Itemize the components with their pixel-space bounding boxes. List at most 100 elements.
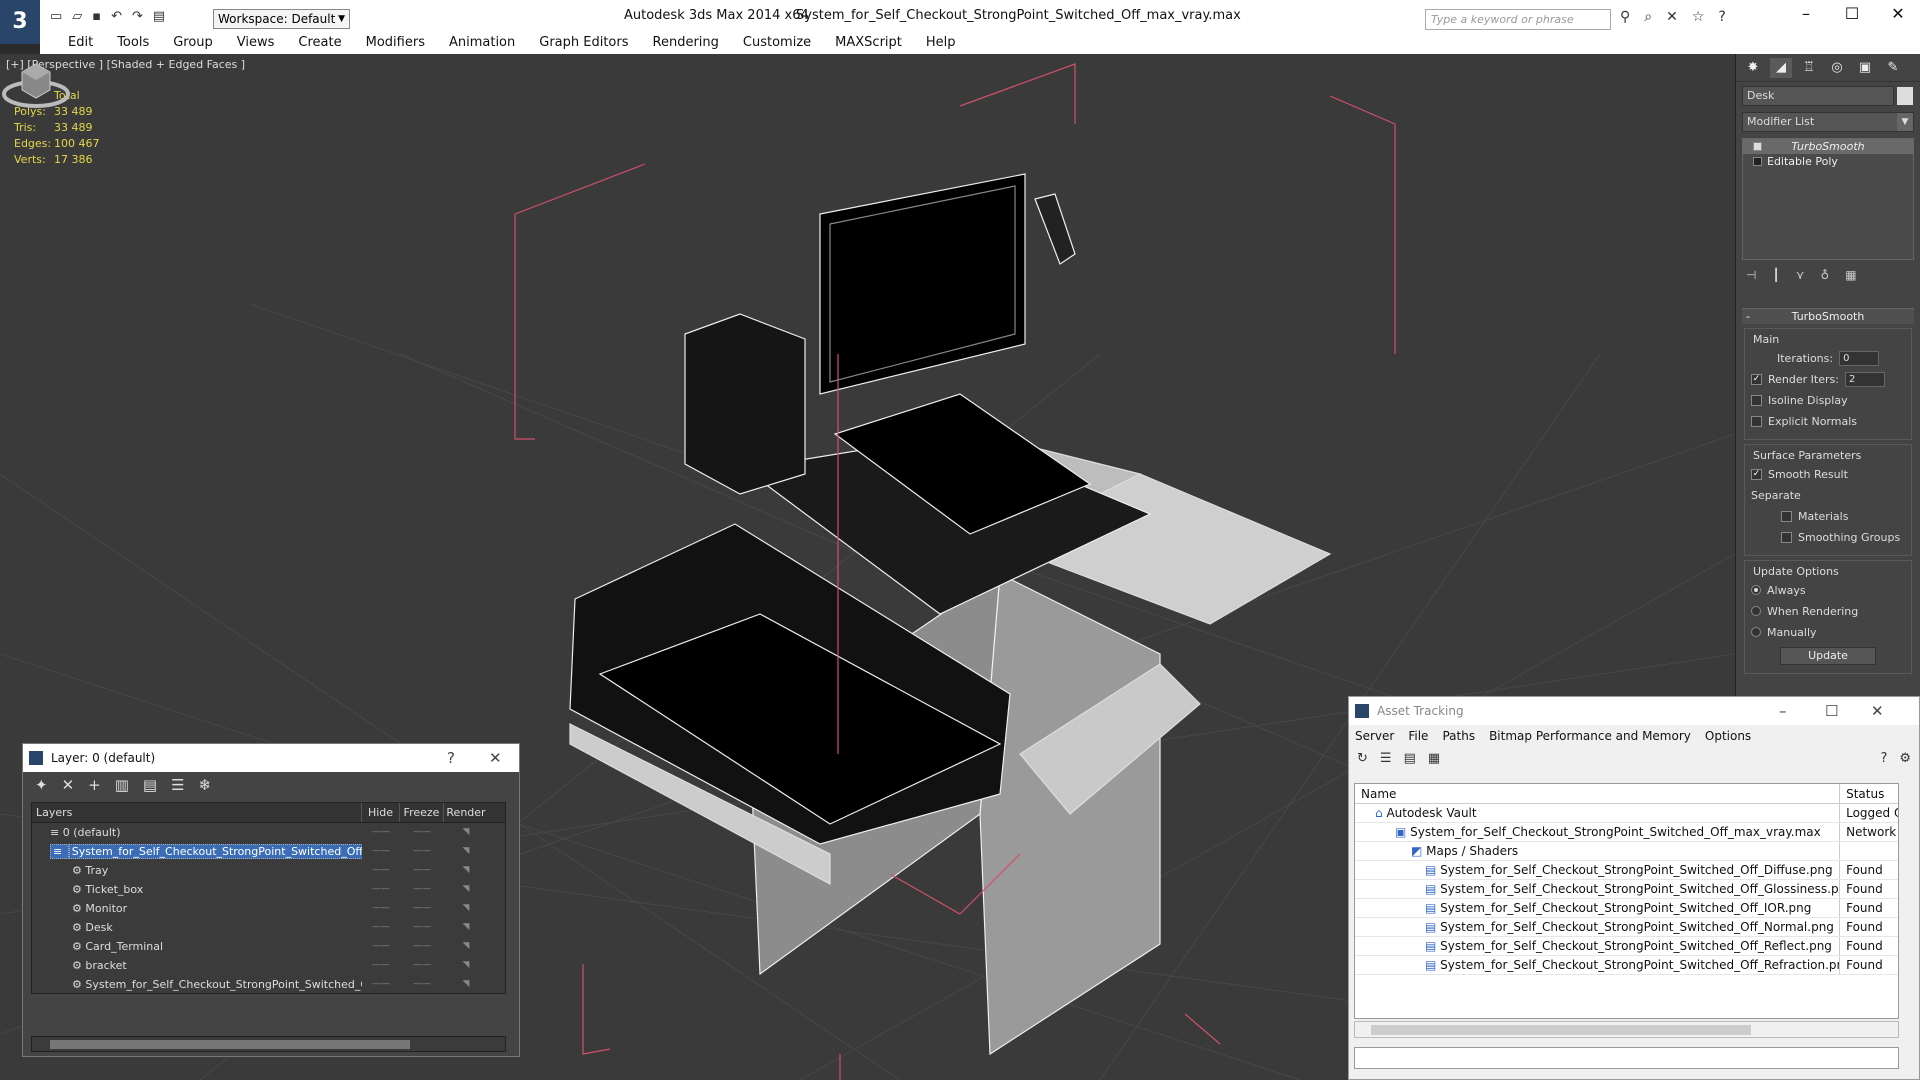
asset-horizontal-scrollbar[interactable]	[1354, 1021, 1899, 1038]
lightbulb-icon[interactable]	[1753, 142, 1762, 151]
freeze-toggle[interactable]: ——	[400, 975, 444, 994]
always-radio[interactable]	[1751, 585, 1761, 595]
render-toggle[interactable]: ◥	[444, 899, 488, 918]
search-icon[interactable]: ⌕	[1644, 9, 1652, 25]
pin-stack-icon[interactable]: ⊣	[1746, 268, 1756, 286]
hide-toggle[interactable]: ——	[362, 880, 400, 899]
menu-item-tools[interactable]: Tools	[105, 34, 161, 54]
isoline-checkbox[interactable]	[1751, 394, 1762, 406]
menu-item-group[interactable]: Group	[161, 34, 225, 54]
help-icon[interactable]: ?	[1880, 751, 1887, 769]
menu-item-create[interactable]: Create	[286, 34, 353, 54]
minimize-button[interactable]: –	[1786, 4, 1826, 23]
select-in-layer-icon[interactable]: ▥	[115, 776, 129, 794]
list-view-icon[interactable]: ☰	[1380, 751, 1392, 769]
explicit-normals-checkbox[interactable]	[1751, 415, 1762, 427]
expand-icon[interactable]	[1753, 157, 1762, 166]
delete-layer-icon[interactable]: ✕	[62, 776, 75, 794]
asset-row[interactable]: ▣ System_for_Self_Checkout_StrongPoint_S…	[1355, 823, 1898, 842]
hierarchy-tab-icon[interactable]: ♖	[1798, 58, 1820, 78]
close-button[interactable]: ✕	[1871, 697, 1884, 725]
create-layer-icon[interactable]: ✦	[35, 776, 48, 794]
modifier-list-dropdown[interactable]: Modifier List ▼	[1742, 112, 1914, 132]
refresh-icon[interactable]: ↻	[1357, 751, 1368, 769]
object-name-field[interactable]: Desk	[1742, 86, 1913, 106]
add-to-layer-icon[interactable]: +	[88, 776, 101, 794]
app-logo-button[interactable]: 3	[0, 0, 40, 44]
asset-row[interactable]: ⌂ Autodesk Vault Logged O	[1355, 804, 1898, 823]
project-folder-icon[interactable]: ▤	[153, 9, 165, 24]
remove-modifier-icon[interactable]: ♁	[1820, 268, 1829, 286]
display-tab-icon[interactable]: ▣	[1854, 58, 1876, 78]
menu-item-maxscript[interactable]: MAXScript	[823, 34, 914, 54]
star-icon[interactable]: ☆	[1692, 9, 1705, 25]
menu-item-modifiers[interactable]: Modifiers	[354, 34, 437, 54]
help-icon[interactable]: ?	[1718, 9, 1725, 25]
hide-toggle[interactable]: ——	[362, 937, 400, 956]
render-iters-checkbox[interactable]: ✓	[1751, 373, 1762, 385]
save-icon[interactable]: ▪	[92, 9, 101, 24]
hide-toggle[interactable]: ——	[362, 861, 400, 880]
freeze-toggle[interactable]: ——	[400, 956, 444, 975]
col-freeze[interactable]: Freeze	[400, 803, 444, 822]
materials-checkbox[interactable]	[1781, 510, 1792, 522]
col-status[interactable]: Status	[1840, 784, 1898, 803]
iterations-spinner[interactable]: 0	[1839, 350, 1880, 366]
asset-row[interactable]: ▤ System_for_Self_Checkout_StrongPoint_S…	[1355, 956, 1898, 975]
undo-icon[interactable]: ↶	[111, 9, 122, 24]
layer-row[interactable]: ≡ System_for_Self_Checkout_StrongPoint_S…	[32, 842, 505, 861]
configure-sets-icon[interactable]: ▦	[1845, 268, 1856, 286]
hide-toggle[interactable]: ——	[362, 918, 400, 937]
freeze-toggle[interactable]: ——	[400, 918, 444, 937]
update-button[interactable]: Update	[1780, 647, 1876, 665]
layer-row[interactable]: ⚙ Card_Terminal —— —— ◥	[32, 937, 505, 956]
stack-item-editable-poly[interactable]: Editable Poly	[1743, 154, 1913, 169]
asset-row[interactable]: ◩ Maps / Shaders	[1355, 842, 1898, 861]
close-button[interactable]: ✕	[1878, 4, 1918, 23]
layer-row[interactable]: ≡ 0 (default) —— —— ◥	[32, 823, 505, 842]
freeze-toggle[interactable]: ——	[400, 880, 444, 899]
asset-path-field[interactable]	[1354, 1047, 1899, 1069]
render-iters-spinner[interactable]: 2	[1844, 371, 1885, 387]
menu-item-help[interactable]: Help	[914, 34, 968, 54]
hide-toggle[interactable]: ——	[362, 823, 400, 842]
asset-window-titlebar[interactable]: Asset Tracking – ☐ ✕	[1349, 697, 1919, 725]
settings-icon[interactable]: ⚙	[1899, 751, 1911, 769]
open-file-icon[interactable]: ▱	[72, 9, 82, 24]
col-hide[interactable]: Hide	[362, 803, 400, 822]
help-button[interactable]: ?	[447, 744, 455, 772]
when-rendering-radio[interactable]	[1751, 606, 1761, 616]
asset-row[interactable]: ▤ System_for_Self_Checkout_StrongPoint_S…	[1355, 861, 1898, 880]
asset-row[interactable]: ▤ System_for_Self_Checkout_StrongPoint_S…	[1355, 880, 1898, 899]
search-input[interactable]: Type a keyword or phrase	[1425, 9, 1611, 30]
smoothing-groups-checkbox[interactable]	[1781, 531, 1792, 543]
hide-toggle[interactable]: ——	[362, 956, 400, 975]
modify-tab-icon[interactable]: ◢	[1770, 58, 1792, 78]
render-toggle[interactable]: ◥	[444, 956, 488, 975]
asset-menu-paths[interactable]: Paths	[1442, 725, 1475, 747]
layer-row[interactable]: ⚙ Desk —— —— ◥	[32, 918, 505, 937]
close-button[interactable]: ✕	[489, 744, 502, 772]
freeze-toggle[interactable]: ——	[400, 823, 444, 842]
col-render[interactable]: Render	[444, 803, 488, 822]
show-end-result-icon[interactable]: ┃	[1772, 268, 1779, 286]
asset-row[interactable]: ▤ System_for_Self_Checkout_StrongPoint_S…	[1355, 899, 1898, 918]
binoculars-icon[interactable]: ⚲	[1620, 9, 1630, 25]
make-unique-icon[interactable]: ⋎	[1796, 268, 1805, 286]
render-toggle[interactable]: ◥	[444, 918, 488, 937]
menu-item-customize[interactable]: Customize	[731, 34, 823, 54]
manually-radio[interactable]	[1751, 627, 1761, 637]
render-toggle[interactable]: ◥	[444, 842, 488, 861]
turbosmooth-rollout-header[interactable]: - TurboSmooth	[1742, 308, 1914, 324]
layer-row[interactable]: ⚙ Tray —— —— ◥	[32, 861, 505, 880]
hide-toggle[interactable]: ——	[362, 975, 400, 994]
scroll-thumb[interactable]	[50, 1040, 410, 1049]
highlight-selected-icon[interactable]: ▤	[143, 776, 157, 794]
col-name[interactable]: Name	[1355, 784, 1841, 803]
col-layers[interactable]: Layers	[32, 803, 362, 822]
layer-row[interactable]: ⚙ bracket —— —— ◥	[32, 956, 505, 975]
create-tab-icon[interactable]: ✸	[1742, 58, 1764, 78]
object-color-swatch[interactable]	[1897, 87, 1913, 105]
render-toggle[interactable]: ◥	[444, 975, 488, 994]
motion-tab-icon[interactable]: ◎	[1826, 58, 1848, 78]
